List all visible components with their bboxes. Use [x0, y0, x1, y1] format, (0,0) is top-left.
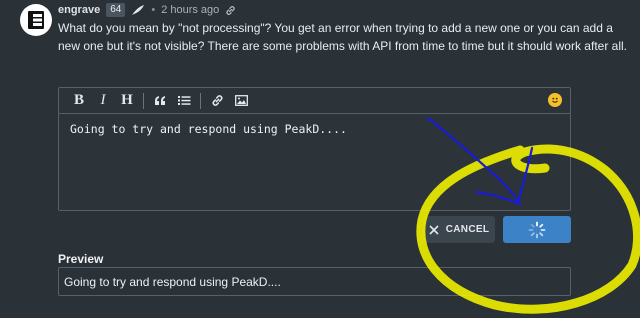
preview-content: Going to try and respond using PeakD.... — [58, 267, 571, 296]
bold-button[interactable]: B — [67, 91, 91, 111]
submit-button[interactable] — [503, 216, 571, 243]
image-button[interactable] — [229, 91, 253, 111]
link-icon — [212, 95, 222, 106]
reputation-badge: 64 — [106, 3, 126, 17]
loading-spinner-icon — [528, 221, 546, 238]
engrave-logo-icon — [28, 11, 44, 29]
quote-icon — [154, 96, 165, 105]
image-icon — [234, 95, 248, 106]
toolbar-divider — [200, 92, 201, 109]
emoji-button[interactable] — [548, 93, 562, 107]
list-icon — [177, 96, 190, 105]
meta-separator: • — [151, 4, 156, 16]
reply-textarea[interactable]: Going to try and respond using PeakD.... — [59, 114, 570, 210]
cancel-button[interactable]: CANCEL — [423, 216, 495, 243]
reply-editor: B I H Going to try and respond using Pea… — [58, 87, 571, 211]
list-button[interactable] — [172, 91, 196, 111]
toolbar-divider — [143, 92, 144, 109]
permalink-icon[interactable] — [225, 5, 236, 16]
smiley-icon — [552, 97, 558, 103]
quill-icon — [132, 5, 145, 15]
comment-timestamp[interactable]: 2 hours ago — [161, 4, 219, 16]
comment-meta: engrave 64 • 2 hours ago — [58, 2, 236, 18]
preview-heading: Preview — [58, 252, 104, 266]
heading-button[interactable]: H — [115, 91, 139, 111]
comment-body: What do you mean by "not processing"? Yo… — [58, 21, 627, 53]
editor-toolbar: B I H — [59, 88, 570, 114]
close-icon — [429, 224, 439, 235]
link-button[interactable] — [205, 91, 229, 111]
author-name[interactable]: engrave — [58, 4, 100, 16]
quote-button[interactable] — [148, 91, 172, 111]
cancel-label: CANCEL — [445, 224, 490, 235]
italic-button[interactable]: I — [91, 91, 115, 111]
avatar[interactable] — [20, 4, 52, 36]
